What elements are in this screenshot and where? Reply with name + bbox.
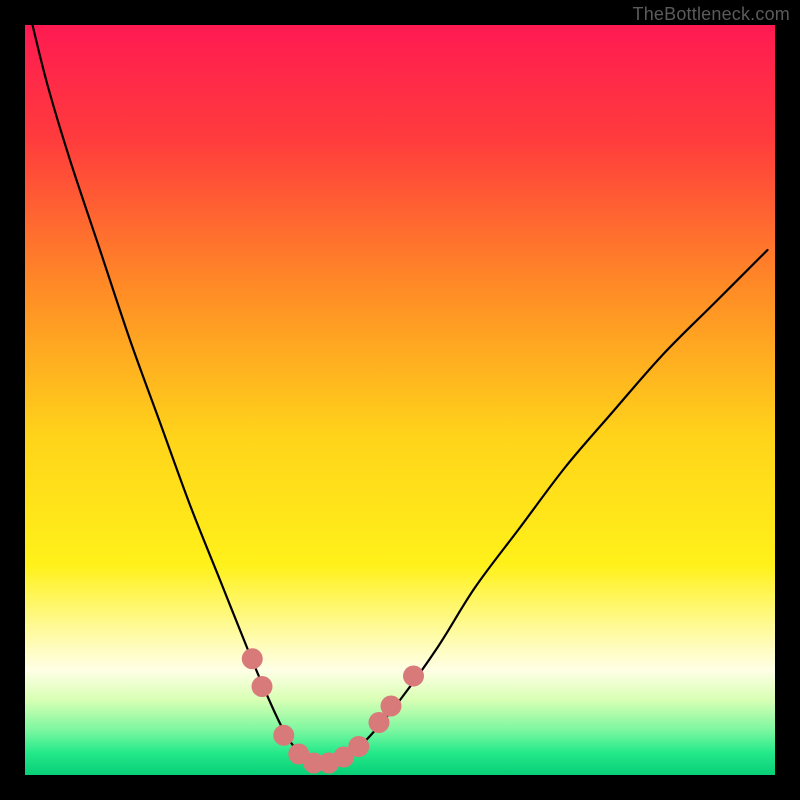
bottleneck-chart — [25, 25, 775, 775]
chart-frame — [25, 25, 775, 775]
threshold-marker — [252, 676, 273, 697]
threshold-marker — [242, 648, 263, 669]
threshold-marker — [381, 696, 402, 717]
threshold-marker — [348, 736, 369, 757]
gradient-background — [25, 25, 775, 775]
watermark: TheBottleneck.com — [633, 4, 790, 25]
threshold-marker — [403, 666, 424, 687]
threshold-marker — [273, 725, 294, 746]
